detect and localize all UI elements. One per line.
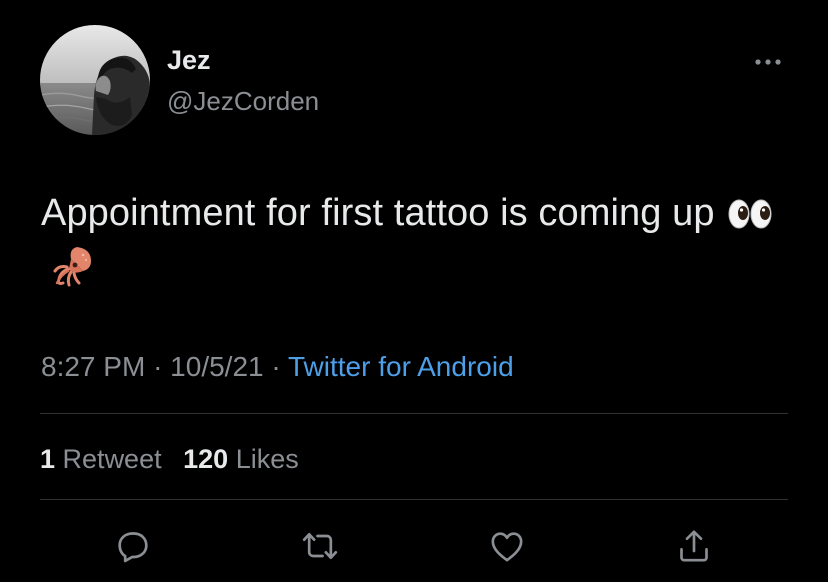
avatar[interactable] <box>40 25 150 135</box>
tweet-stats: 1 Retweet 120 Likes <box>40 442 299 476</box>
author-handle[interactable]: @JezCorden <box>167 85 319 117</box>
divider <box>40 499 788 500</box>
tweet-text-content: Appointment for first tattoo is coming u… <box>41 192 715 234</box>
divider <box>40 413 788 414</box>
tweet-text: Appointment for first tattoo is coming u… <box>41 188 801 300</box>
tweet-date[interactable]: 10/5/21 <box>170 351 263 382</box>
like-label: Likes <box>235 444 299 474</box>
tweet-meta: 8:27 PM · 10/5/21 · Twitter for Android <box>41 350 514 384</box>
author-name[interactable]: Jez <box>167 44 211 76</box>
reply-icon[interactable] <box>113 526 153 566</box>
tweet-time[interactable]: 8:27 PM <box>41 351 145 382</box>
more-options-icon[interactable] <box>750 52 786 72</box>
retweet-count: 1 <box>40 444 56 474</box>
retweet-label: Retweet <box>62 444 162 474</box>
tweet-source-link[interactable]: Twitter for Android <box>288 351 514 382</box>
meta-separator: · <box>271 351 281 382</box>
share-icon[interactable] <box>674 526 714 566</box>
like-count: 120 <box>183 444 229 474</box>
squid-emoji <box>53 245 95 300</box>
eyes-emoji <box>727 194 773 244</box>
meta-separator: · <box>153 351 163 382</box>
like-icon[interactable] <box>487 526 527 566</box>
like-count-link[interactable]: 120 Likes <box>183 444 299 474</box>
retweet-icon[interactable] <box>300 526 340 566</box>
retweet-count-link[interactable]: 1 Retweet <box>40 444 162 474</box>
